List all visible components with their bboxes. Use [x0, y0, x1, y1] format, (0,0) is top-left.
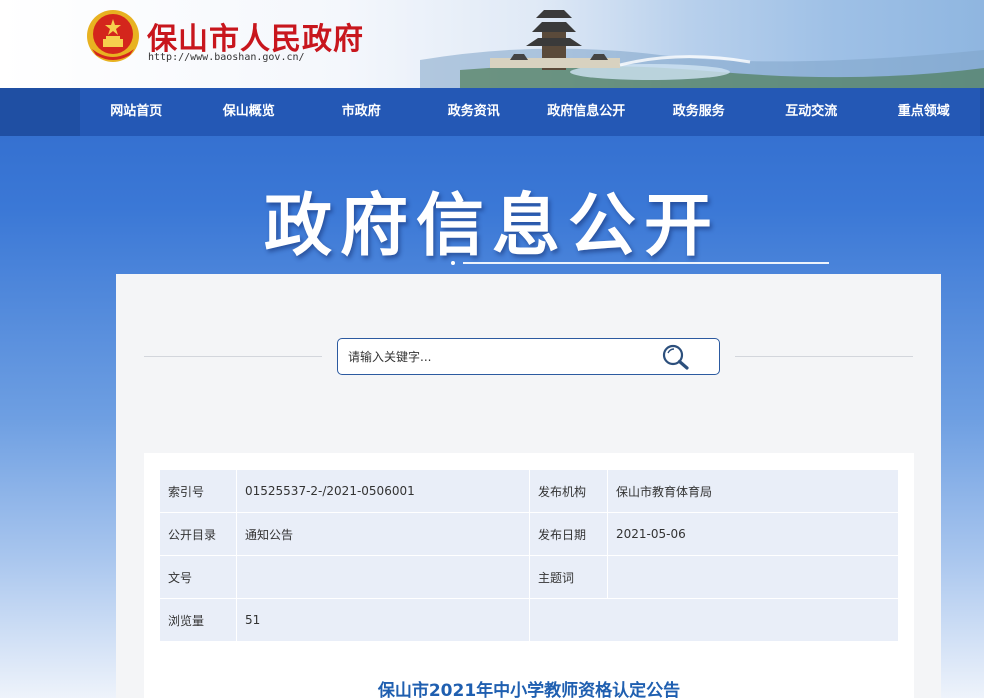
views-value: 51 — [236, 598, 530, 642]
empty-cell — [529, 598, 899, 642]
divider-left — [144, 356, 322, 357]
docno-value — [236, 555, 530, 599]
date-value: 2021-05-06 — [607, 512, 899, 556]
catalog-label: 公开目录 — [159, 512, 237, 556]
subject-value — [607, 555, 899, 599]
nav-item-home[interactable]: 网站首页 — [80, 88, 193, 136]
banner-title: 政府信息公开 — [263, 187, 720, 266]
search-icon[interactable] — [660, 343, 692, 371]
nav-item-overview[interactable]: 保山概览 — [193, 88, 306, 136]
index-label: 索引号 — [159, 469, 237, 513]
subject-label: 主题词 — [529, 555, 608, 599]
table-row: 文号 主题词 — [159, 555, 899, 599]
nav-item-key-areas[interactable]: 重点领域 — [868, 88, 981, 136]
nav-item-services[interactable]: 政务服务 — [643, 88, 756, 136]
views-label: 浏览量 — [159, 598, 237, 642]
main-nav: 网站首页 保山概览 市政府 政务资讯 政府信息公开 政务服务 互动交流 重点领域 — [0, 88, 984, 136]
national-emblem-icon — [87, 10, 139, 62]
table-row: 索引号 01525537-2-/2021-0506001 发布机构 保山市教育体… — [159, 469, 899, 513]
catalog-value: 通知公告 — [236, 512, 530, 556]
nav-item-government[interactable]: 市政府 — [305, 88, 418, 136]
divider-right — [735, 356, 913, 357]
index-value: 01525537-2-/2021-0506001 — [236, 469, 530, 513]
pavilion-scenery-image — [420, 10, 984, 88]
table-row: 公开目录 通知公告 发布日期 2021-05-06 — [159, 512, 899, 556]
nav-item-news[interactable]: 政务资讯 — [418, 88, 531, 136]
nav-item-info-disclosure[interactable]: 政府信息公开 — [530, 88, 643, 136]
table-row: 浏览量 51 — [159, 598, 899, 642]
date-label: 发布日期 — [529, 512, 608, 556]
search-box — [337, 338, 720, 375]
nav-item-interaction[interactable]: 互动交流 — [755, 88, 868, 136]
site-header: 保山市人民政府 http://www.baoshan.gov.cn/ — [0, 0, 984, 88]
search-input[interactable] — [348, 345, 648, 369]
banner-underline — [451, 261, 829, 265]
site-url: http://www.baoshan.gov.cn/ — [148, 52, 305, 63]
article-title: 保山市2021年中小学教师资格认定公告 — [377, 681, 681, 698]
publisher-label: 发布机构 — [529, 469, 608, 513]
docno-label: 文号 — [159, 555, 237, 599]
publisher-value: 保山市教育体育局 — [607, 469, 899, 513]
article-meta-table: 索引号 01525537-2-/2021-0506001 发布机构 保山市教育体… — [159, 469, 899, 642]
